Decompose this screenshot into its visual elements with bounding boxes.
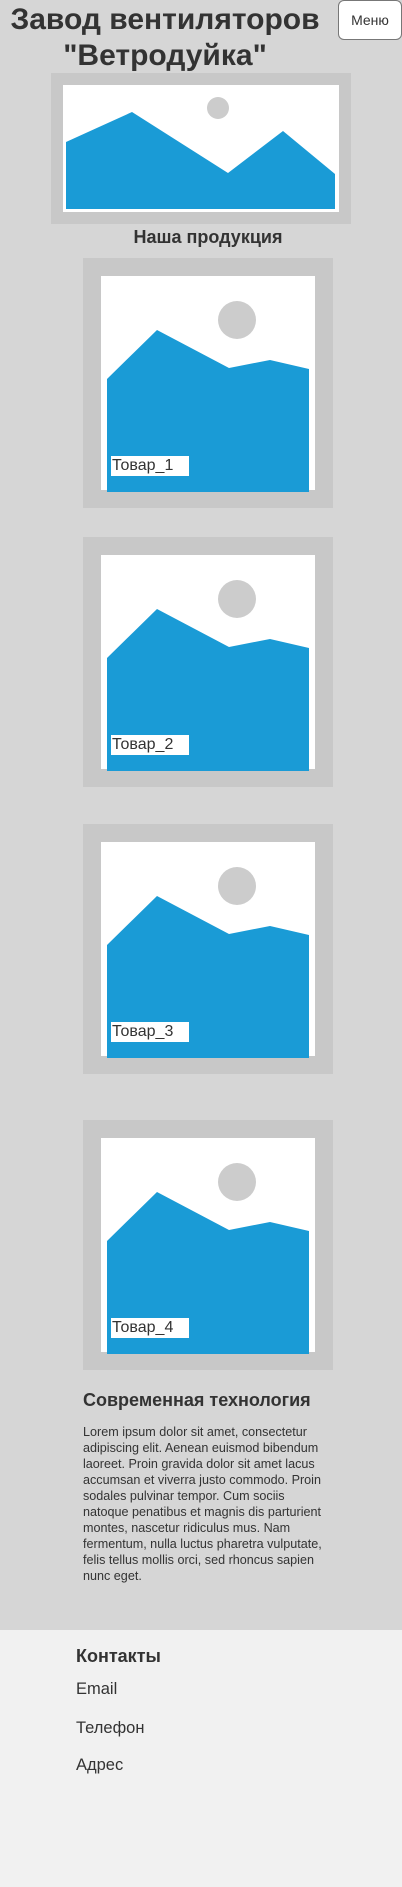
site-title-line-1: Завод вентиляторов: [10, 3, 320, 36]
product-label: Товар_1: [111, 456, 189, 476]
product-image: Товар_3: [101, 842, 315, 1058]
products-heading: Наша продукция: [133, 227, 283, 247]
product-image: Товар_4: [101, 1138, 315, 1354]
image-placeholder-icon: [63, 85, 339, 212]
main-content: Завод вентиляторов "Ветродуйка" Меню Наш…: [0, 0, 402, 1630]
product-image: Товар_2: [101, 555, 315, 771]
technology-title: Современная технология: [83, 1390, 311, 1410]
product-card[interactable]: Товар_2: [83, 537, 333, 787]
technology-text: Lorem ipsum dolor sit amet, consectetur …: [83, 1425, 322, 1583]
product-label: Товар_3: [111, 1022, 189, 1042]
product-label: Товар_2: [111, 735, 189, 755]
contact-email-link[interactable]: Email: [76, 1678, 117, 1700]
contacts-title: Контакты: [76, 1646, 161, 1666]
product-card[interactable]: Товар_1: [83, 258, 333, 508]
hero-image: [51, 73, 351, 224]
product-card[interactable]: Товар_4: [83, 1120, 333, 1370]
contact-address-link[interactable]: Адрес: [76, 1754, 123, 1776]
product-image: Товар_1: [101, 276, 315, 492]
site-title-line-2: "Ветродуйка": [63, 39, 267, 72]
product-card[interactable]: Товар_3: [83, 824, 333, 1074]
site-title: Завод вентиляторов "Ветродуйка": [0, 2, 330, 74]
footer: Контакты Email Телефон Адрес: [0, 1630, 402, 1887]
menu-button[interactable]: Меню: [338, 0, 402, 40]
contact-phone-link[interactable]: Телефон: [76, 1717, 144, 1739]
product-label: Товар_4: [111, 1318, 189, 1338]
